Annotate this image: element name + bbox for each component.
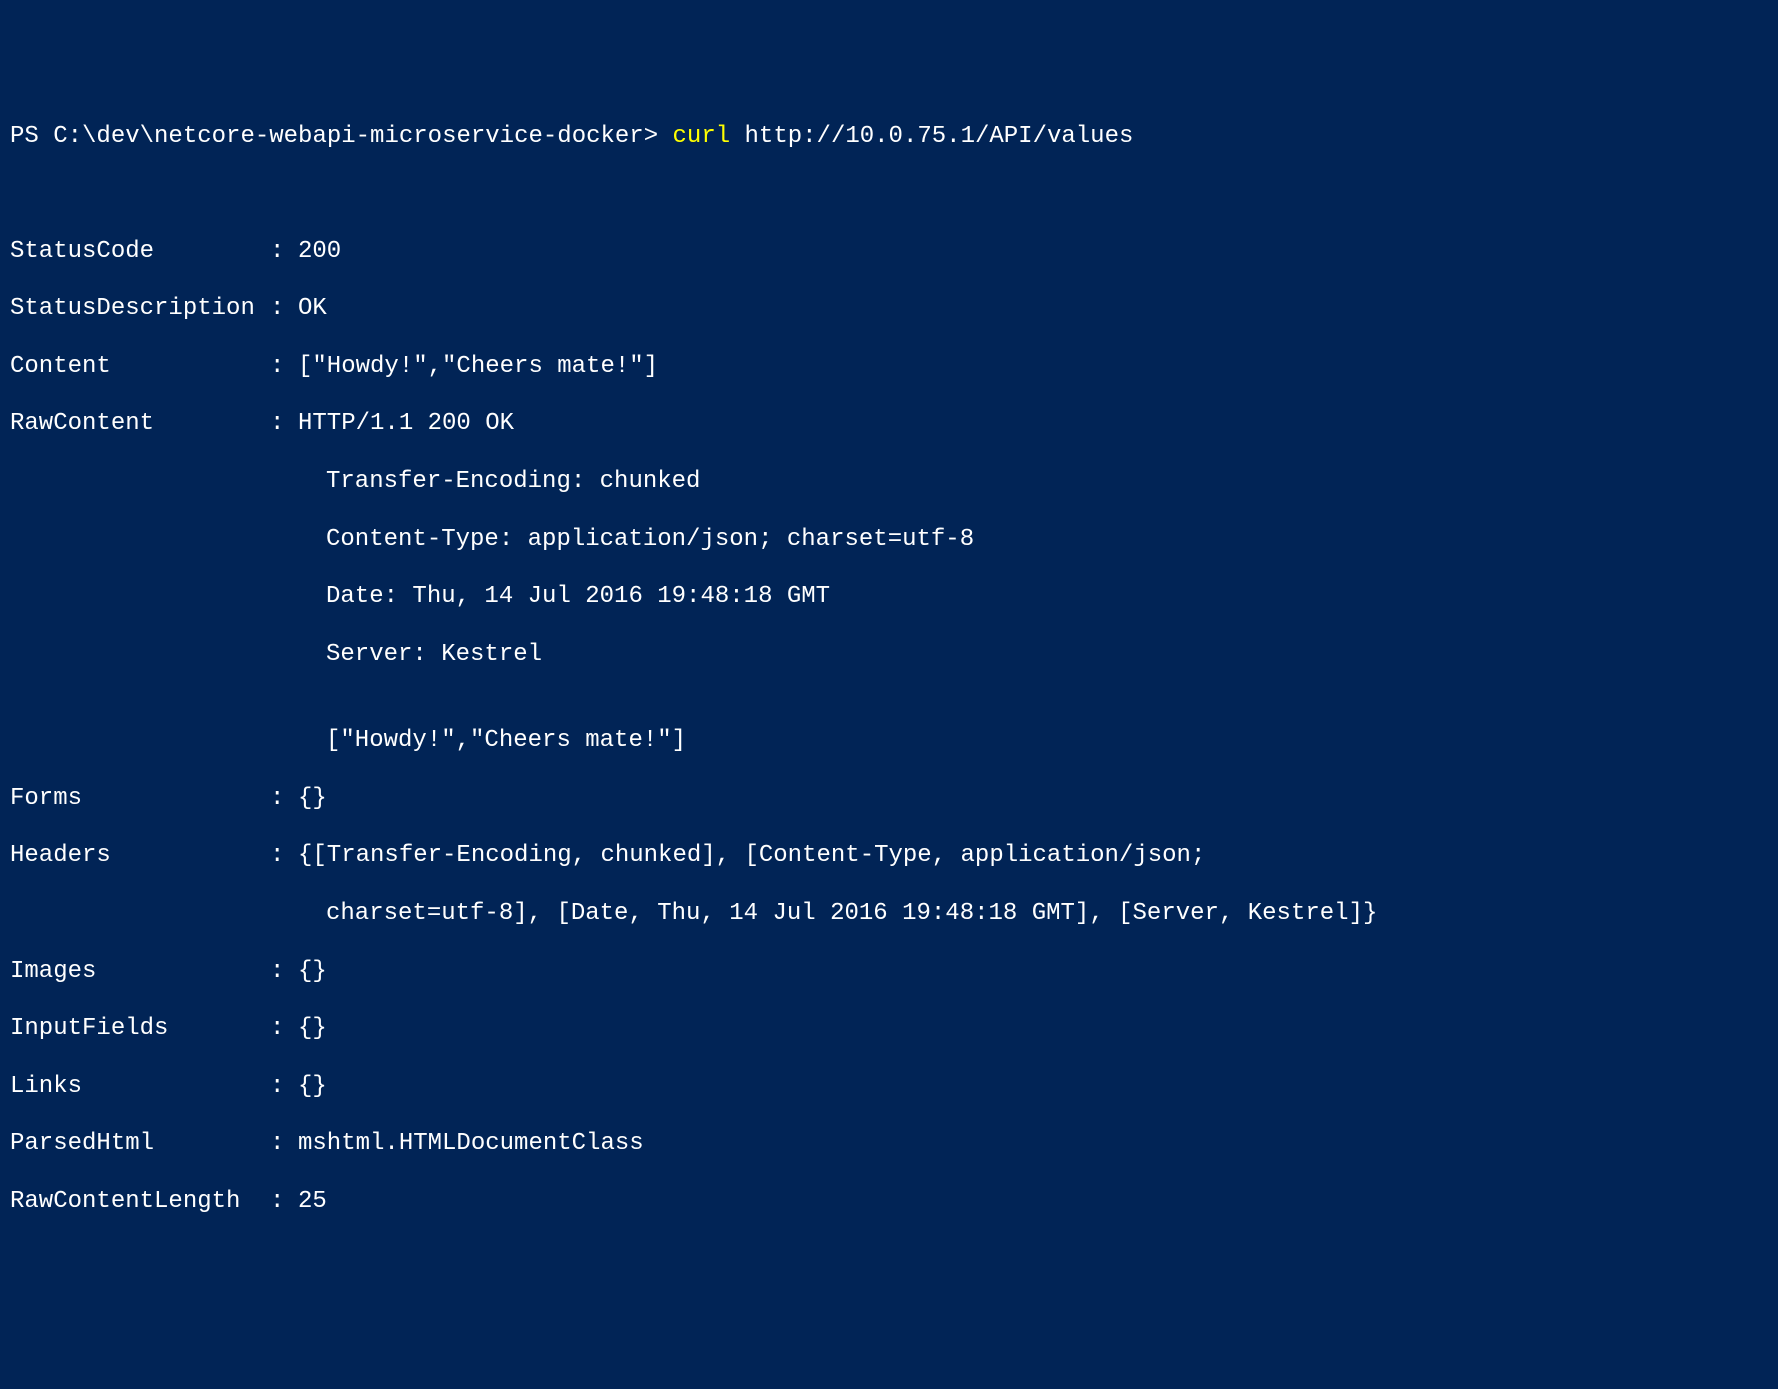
colon: :	[270, 353, 298, 382]
label-inputfields: InputFields	[10, 1015, 270, 1044]
label-content: Content	[10, 353, 270, 382]
value-statusdescription: OK	[298, 295, 327, 324]
prompt-prefix: PS C:\dev\netcore-webapi-microservice-do…	[10, 123, 673, 150]
row-rawcontentlength: RawContentLength: 25	[10, 1188, 1768, 1217]
label-rawcontent: RawContent	[10, 410, 270, 439]
prompt-line[interactable]: PS C:\dev\netcore-webapi-microservice-do…	[10, 123, 1768, 152]
value-headers-1: {[Transfer-Encoding, chunked], [Content-…	[298, 842, 1205, 871]
colon: :	[270, 1188, 298, 1217]
command-argument: http://10.0.75.1/API/values	[730, 123, 1133, 150]
value-rawcontentlength: 25	[298, 1188, 327, 1217]
value-statuscode: 200	[298, 238, 341, 267]
colon: :	[270, 410, 298, 439]
value-rawcontent-5: Server: Kestrel	[326, 641, 1768, 670]
colon: :	[270, 842, 298, 871]
value-forms: {}	[298, 785, 327, 814]
label-statusdescription: StatusDescription	[10, 295, 270, 324]
value-rawcontent-7: ["Howdy!","Cheers mate!"]	[326, 727, 1768, 756]
colon: :	[270, 295, 298, 324]
value-rawcontent-1: HTTP/1.1 200 OK	[298, 410, 514, 439]
label-images: Images	[10, 958, 270, 987]
row-inputfields: InputFields: {}	[10, 1015, 1768, 1044]
output-block: StatusCode: 200 StatusDescription: OK Co…	[10, 209, 1768, 1246]
value-inputfields: {}	[298, 1015, 327, 1044]
row-links: Links: {}	[10, 1073, 1768, 1102]
label-rawcontentlength: RawContentLength	[10, 1188, 270, 1217]
value-links: {}	[298, 1073, 327, 1102]
value-parsedhtml: mshtml.HTMLDocumentClass	[298, 1130, 644, 1159]
row-rawcontent: RawContent: HTTP/1.1 200 OK	[10, 410, 1768, 439]
row-statuscode: StatusCode: 200	[10, 238, 1768, 267]
label-forms: Forms	[10, 785, 270, 814]
row-statusdescription: StatusDescription: OK	[10, 295, 1768, 324]
row-content: Content: ["Howdy!","Cheers mate!"]	[10, 353, 1768, 382]
label-headers: Headers	[10, 842, 270, 871]
value-rawcontent-2: Transfer-Encoding: chunked	[326, 468, 1768, 497]
row-images: Images: {}	[10, 958, 1768, 987]
colon: :	[270, 785, 298, 814]
label-parsedhtml: ParsedHtml	[10, 1130, 270, 1159]
command: curl	[673, 123, 731, 150]
colon: :	[270, 1130, 298, 1159]
row-forms: Forms: {}	[10, 785, 1768, 814]
row-headers: Headers: {[Transfer-Encoding, chunked], …	[10, 842, 1768, 871]
label-statuscode: StatusCode	[10, 238, 270, 267]
label-links: Links	[10, 1073, 270, 1102]
value-rawcontent-4: Date: Thu, 14 Jul 2016 19:48:18 GMT	[326, 583, 1768, 612]
value-content: ["Howdy!","Cheers mate!"]	[298, 353, 658, 382]
value-rawcontent-3: Content-Type: application/json; charset=…	[326, 526, 1768, 555]
colon: :	[270, 1015, 298, 1044]
row-parsedhtml: ParsedHtml: mshtml.HTMLDocumentClass	[10, 1130, 1768, 1159]
colon: :	[270, 238, 298, 267]
value-headers-2: charset=utf-8], [Date, Thu, 14 Jul 2016 …	[326, 900, 1768, 929]
colon: :	[270, 1073, 298, 1102]
colon: :	[270, 958, 298, 987]
value-images: {}	[298, 958, 327, 987]
